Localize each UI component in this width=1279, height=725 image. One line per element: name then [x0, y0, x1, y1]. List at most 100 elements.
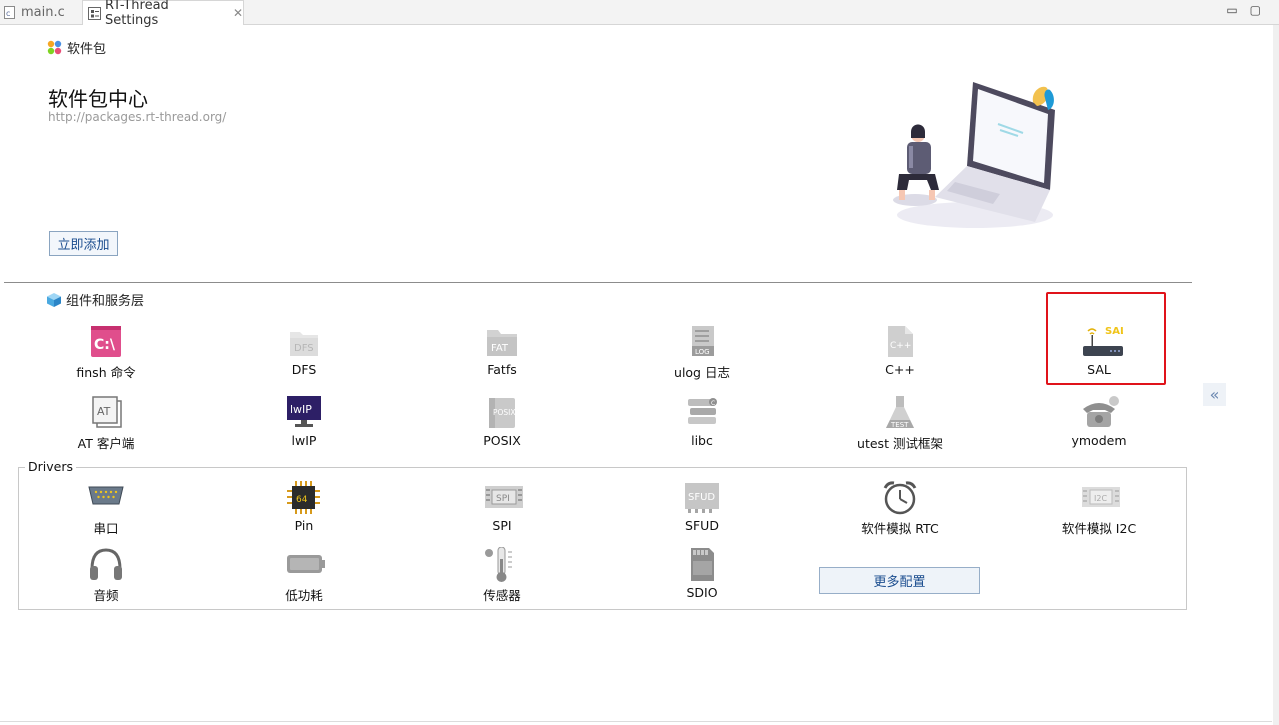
add-now-button[interactable]: 立即添加 [49, 231, 118, 256]
svg-text:AT: AT [97, 405, 111, 418]
tab-label: RT-Thread Settings [105, 0, 169, 28]
svg-text:SPI: SPI [496, 494, 510, 504]
finsh-terminal-icon: C:\ [88, 324, 124, 360]
utest-flask-icon: TEST [882, 395, 918, 431]
audio-headphones-icon [88, 547, 124, 583]
svg-text:LOG: LOG [695, 348, 710, 356]
drivers-group-box [18, 467, 1187, 610]
driver-sfud[interactable]: SFUD SFUD [637, 480, 767, 546]
driver-label: 传感器 [483, 588, 521, 603]
bottom-divider [0, 721, 1272, 722]
component-utest[interactable]: TEST utest 测试框架 [835, 395, 965, 461]
driver-i2c[interactable]: I2C 软件模拟 I2C [1034, 480, 1164, 546]
maximize-icon[interactable]: ▢ [1250, 3, 1261, 17]
component-at-client[interactable]: AT AT 客户端 [41, 395, 171, 461]
driver-label: 音频 [93, 588, 119, 603]
driver-label: SFUD [685, 518, 719, 533]
svg-text:C++: C++ [890, 341, 911, 351]
close-icon[interactable]: ✕ [233, 6, 243, 20]
c-file-icon: c [4, 6, 16, 19]
svg-text:TEST: TEST [890, 421, 909, 429]
svg-text:C:\: C:\ [94, 337, 116, 353]
ulog-log-icon: LOG [684, 324, 720, 360]
driver-label: Pin [294, 518, 314, 533]
packages-section-header: 软件包 [47, 38, 106, 57]
settings-file-icon [88, 6, 101, 20]
driver-label: 软件模拟 I2C [1061, 521, 1137, 536]
section-divider [4, 282, 1192, 283]
driver-sdio[interactable]: SDIO [637, 547, 767, 613]
dfs-folder-icon: DFS [286, 324, 322, 360]
component-label: DFS [291, 362, 317, 377]
vertical-scrollbar[interactable] [1273, 25, 1279, 725]
components-section-header: 组件和服务层 [46, 290, 144, 309]
svg-text:c: c [6, 9, 10, 18]
tab-rt-thread-settings[interactable]: RT-Thread Settings ✕ [82, 0, 244, 28]
cpp-file-icon: C++ [882, 324, 918, 360]
component-ulog[interactable]: LOG ulog 日志 [637, 324, 767, 390]
ymodem-phone-icon [1081, 395, 1119, 431]
svg-text:DFS: DFS [294, 343, 314, 354]
low-power-battery-icon [286, 547, 325, 583]
component-label: AT 客户端 [77, 436, 135, 451]
svg-text:lwIP: lwIP [290, 403, 312, 416]
component-label: ymodem [1071, 433, 1127, 448]
sensor-thermometer-icon [484, 546, 520, 583]
spi-chip-icon: SPI [484, 480, 523, 516]
component-dfs[interactable]: DFS DFS [239, 324, 369, 390]
at-client-icon: AT [88, 395, 124, 431]
component-label: C++ [885, 362, 915, 377]
serial-port-icon [88, 480, 124, 516]
svg-text:SFUD: SFUD [688, 492, 715, 503]
component-finsh[interactable]: C:\ finsh 命令 [41, 324, 171, 390]
component-cpp[interactable]: C++ C++ [835, 324, 965, 390]
pin-chip-icon: 64 [286, 480, 322, 516]
posix-doc-icon: POSIX [484, 395, 520, 431]
svg-text:POSIX: POSIX [493, 408, 516, 417]
more-config-button[interactable]: 更多配置 [819, 567, 980, 594]
driver-rtc[interactable]: 软件模拟 RTC [835, 480, 965, 546]
component-ymodem[interactable]: ymodem [1034, 395, 1164, 461]
tab-label: main.c [21, 5, 65, 20]
packages-url[interactable]: http://packages.rt-thread.org/ [48, 110, 226, 124]
component-fatfs[interactable]: FAT Fatfs [437, 324, 567, 390]
component-label: utest 测试框架 [857, 436, 943, 451]
component-label: libc [691, 433, 713, 448]
svg-text:C: C [711, 400, 715, 407]
component-posix[interactable]: POSIX POSIX [437, 395, 567, 461]
packages-section-label: 软件包 [67, 42, 107, 57]
component-label: POSIX [483, 433, 521, 448]
driver-label: SDIO [686, 585, 718, 600]
driver-label: 低功耗 [285, 588, 323, 603]
driver-serial[interactable]: 串口 [41, 480, 171, 546]
svg-text:FAT: FAT [491, 343, 509, 354]
collapse-panel-button[interactable]: « [1203, 383, 1226, 406]
component-label: finsh 命令 [76, 365, 136, 380]
driver-low-power[interactable]: 低功耗 [239, 547, 369, 613]
components-section-label: 组件和服务层 [66, 294, 145, 309]
sdio-card-icon [684, 547, 720, 583]
driver-spi[interactable]: SPI SPI [437, 480, 567, 546]
i2c-chip-icon: I2C [1081, 480, 1120, 516]
svg-text:64: 64 [296, 495, 308, 505]
driver-audio[interactable]: 音频 [41, 547, 171, 613]
minimize-icon[interactable]: ▭ [1226, 3, 1237, 17]
driver-pin[interactable]: 64 Pin [239, 480, 369, 546]
component-label: ulog 日志 [674, 365, 730, 380]
page-title: 软件包中心 [48, 87, 148, 111]
selected-highlight-box [1046, 292, 1166, 385]
driver-label: 软件模拟 RTC [861, 521, 939, 536]
component-libc[interactable]: C libc [637, 395, 767, 461]
editor-tab-bar: c main.c RT-Thread Settings ✕ ▭ ▢ [0, 0, 1279, 28]
driver-label: 串口 [93, 521, 119, 536]
libc-books-icon: C [684, 395, 720, 431]
tab-main-c[interactable]: c main.c [0, 0, 78, 25]
component-label: Fatfs [487, 362, 517, 377]
rtc-alarm-clock-icon [882, 480, 918, 516]
driver-sensor[interactable]: 传感器 [437, 546, 567, 613]
component-lwip[interactable]: lwIP lwIP [239, 395, 369, 461]
packages-icon [47, 40, 62, 55]
sfud-chip-icon: SFUD [684, 480, 720, 516]
drivers-section-label: Drivers [25, 459, 76, 474]
lwip-monitor-icon: lwIP [286, 395, 322, 431]
